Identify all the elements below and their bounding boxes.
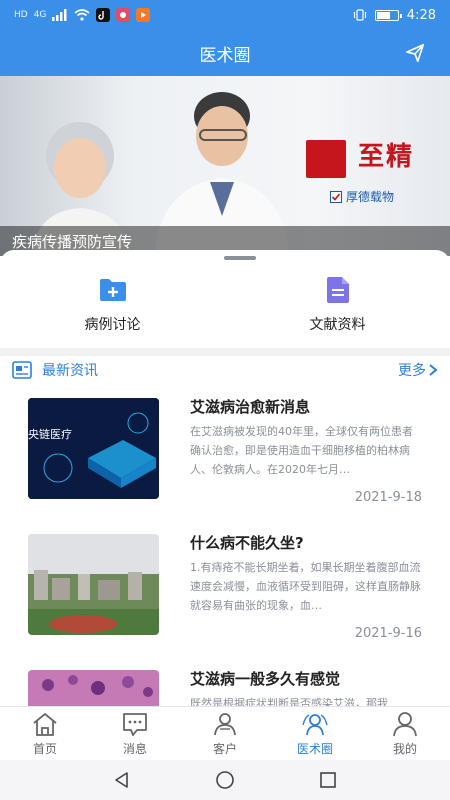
case-discussion-entry[interactable]: 病例讨论 xyxy=(0,264,225,348)
tab-profile[interactable]: 我的 xyxy=(360,707,450,760)
news-title: 艾滋病治愈新消息 xyxy=(190,398,311,416)
news-thumbnail: 央链医疗 xyxy=(28,398,159,499)
literature-entry[interactable]: 文献资料 xyxy=(225,264,450,348)
news-summary: 既然是根据症状判断是否感染艾滋，那我 xyxy=(190,697,388,706)
brand-text: 至精 xyxy=(358,142,415,172)
promo-banner[interactable]: 至精 厚德载物 疾病传播预防宣传 xyxy=(0,76,450,256)
news-title: 艾滋病一般多久有感觉 xyxy=(190,670,341,688)
thumbnail-text: 央链医疗 xyxy=(28,428,72,441)
brand-logo xyxy=(306,140,346,178)
tab-home[interactable]: 首页 xyxy=(0,707,90,760)
message-icon xyxy=(123,712,147,736)
tab-messages[interactable]: 消息 xyxy=(90,707,180,760)
news-summary: 1.有痔疮不能长期坐着，如果长期坐着腹部血流速度会减慢，血液循环受到阻碍，这样直… xyxy=(190,561,421,612)
news-section-title: 最新资讯 xyxy=(42,363,98,379)
profile-icon xyxy=(393,711,417,736)
news-date: 2021-9-18 xyxy=(354,490,422,505)
tiktok-icon xyxy=(96,8,111,22)
document-icon xyxy=(326,277,349,303)
news-section-header: 最新资讯 更多 xyxy=(0,356,450,384)
wifi-icon xyxy=(74,9,90,21)
signal-icon xyxy=(52,9,67,21)
system-navigation xyxy=(0,760,450,800)
home-icon xyxy=(33,712,57,736)
page-title: 医术圈 xyxy=(199,45,251,66)
network-indicator: HD xyxy=(14,10,28,20)
clock: 4:28 xyxy=(406,7,436,23)
news-summary: 在艾滋病被发现的40年里，全球仅有两位患者确认治愈，即是使用造血干细胞移植的柏林… xyxy=(190,425,413,476)
news-list: 央链医疗 艾滋病治愈新消息 在艾滋病被发现的40年里，全球仅有两位患者确认治愈，… xyxy=(0,384,450,706)
vibrate-icon xyxy=(353,9,366,21)
battery-icon xyxy=(374,9,402,21)
recents-icon[interactable] xyxy=(318,770,338,790)
app-notification-icon xyxy=(116,8,131,22)
bottom-tab-bar: 首页 消息 客户 医术圈 我的 xyxy=(0,706,450,760)
brand-subtitle: 厚德载物 xyxy=(330,188,394,205)
back-icon[interactable] xyxy=(112,770,132,790)
news-thumbnail xyxy=(28,534,159,635)
send-icon[interactable] xyxy=(404,42,426,64)
play-notification-icon xyxy=(136,8,151,22)
tab-medical-circle[interactable]: 医术圈 xyxy=(270,707,360,760)
app-screen: HD 4G 4:28 医术圈 至精 厚德载物 疾病传播预防宣传 病例讨论 文献资… xyxy=(0,0,450,800)
signal-label: 4G xyxy=(33,10,47,20)
more-link[interactable]: 更多 xyxy=(398,360,438,380)
quick-entries: 病例讨论 文献资料 xyxy=(0,264,450,348)
news-card[interactable]: 央链医疗 艾滋病治愈新消息 在艾滋病被发现的40年里，全球仅有两位患者确认治愈，… xyxy=(0,384,450,520)
entry-label: 文献资料 xyxy=(309,317,366,333)
home-button-icon[interactable] xyxy=(215,770,235,790)
medical-circle-icon xyxy=(302,713,328,735)
tab-clients[interactable]: 客户 xyxy=(180,707,270,760)
chevron-right-icon xyxy=(429,364,438,376)
news-thumbnail xyxy=(28,670,159,706)
news-title: 什么病不能久坐? xyxy=(190,534,304,552)
section-divider xyxy=(0,348,450,356)
news-date: 2021-9-16 xyxy=(354,626,422,641)
banner-indicator xyxy=(224,256,256,260)
check-icon xyxy=(330,190,342,203)
add-folder-icon xyxy=(99,279,126,301)
news-card[interactable]: 什么病不能久坐? 1.有痔疮不能长期坐着，如果长期坐着腹部血流速度会减慢，血液循… xyxy=(0,520,450,656)
news-icon xyxy=(12,361,32,379)
status-bar: HD 4G 4:28 xyxy=(0,0,450,30)
news-card[interactable]: 艾滋病一般多久有感觉 既然是根据症状判断是否感染艾滋，那我 xyxy=(0,656,450,706)
client-icon xyxy=(214,712,236,735)
entry-label: 病例讨论 xyxy=(84,317,141,333)
app-header: 医术圈 xyxy=(0,30,450,76)
